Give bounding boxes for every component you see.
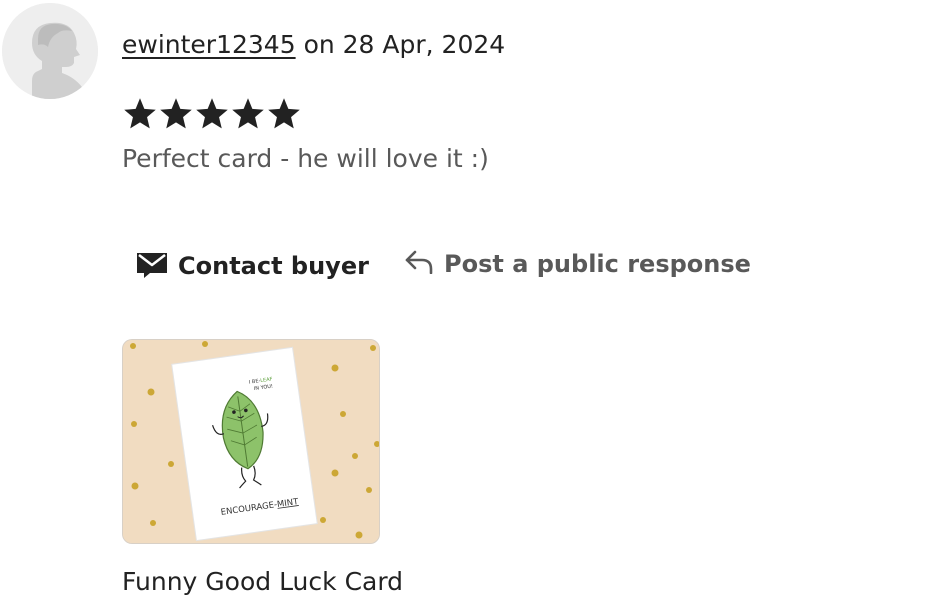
star-icon [196, 98, 228, 129]
post-public-response-label: Post a public response [444, 250, 751, 278]
avatar[interactable] [2, 3, 98, 99]
default-avatar-icon [2, 3, 98, 99]
reply-arrow-icon [404, 248, 434, 280]
post-public-response-button[interactable]: Post a public response [404, 248, 751, 280]
review-date: on 28 Apr, 2024 [303, 30, 506, 59]
envelope-icon [136, 248, 168, 284]
star-icon [232, 98, 264, 129]
reviewer-username-link[interactable]: ewinter12345 [122, 30, 296, 59]
star-icon [124, 98, 156, 129]
contact-buyer-label: Contact buyer [178, 252, 369, 280]
contact-buyer-button[interactable]: Contact buyer [136, 248, 369, 284]
product-title[interactable]: Funny Good Luck Card [122, 565, 403, 599]
star-icon [268, 98, 300, 129]
review-header: ewinter12345 on 28 Apr, 2024 [122, 28, 505, 62]
review-text: Perfect card - he will love it :) [122, 144, 489, 173]
product-image: I BE-LEAF IN YOU! ENCOURAGE-MINT [123, 340, 379, 543]
star-icon [160, 98, 192, 129]
product-thumbnail[interactable]: I BE-LEAF IN YOU! ENCOURAGE-MINT [122, 339, 380, 544]
star-rating [122, 94, 302, 134]
